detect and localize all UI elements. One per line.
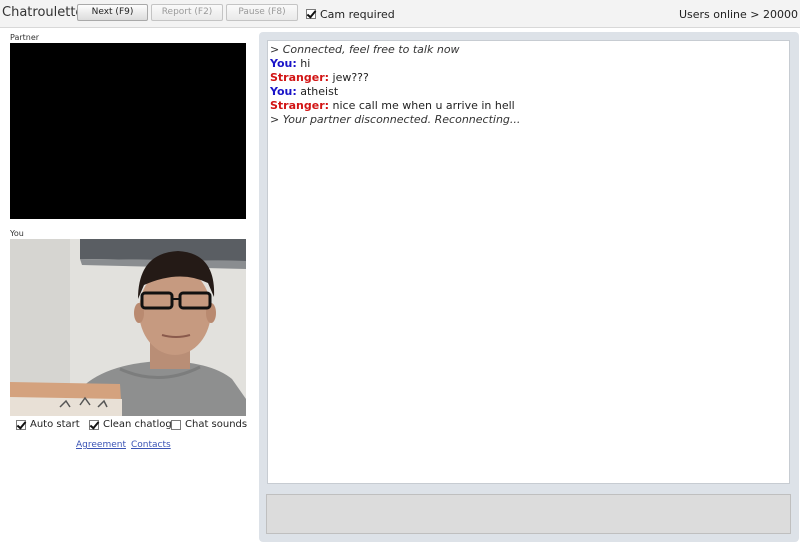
clean-chatlog-label: Clean chatlog	[103, 419, 172, 430]
webcam-person-image	[10, 239, 246, 416]
you-video-label: You	[10, 229, 24, 238]
users-online-counter: Users online > 20000	[678, 8, 798, 21]
app-title: Chatroulette	[2, 5, 84, 20]
chat-message-stranger: Stranger: nice call me when u arrive in …	[270, 99, 787, 113]
clean-chatlog-option[interactable]: Clean chatlog	[89, 419, 172, 431]
chat-input[interactable]	[266, 494, 791, 534]
message-text: jew???	[329, 71, 369, 84]
top-toolbar: Chatroulette Next (F9) Report (F2) Pause…	[0, 0, 800, 28]
chat-sounds-label: Chat sounds	[185, 419, 248, 430]
chat-sounds-option[interactable]: Chat sounds	[171, 419, 247, 431]
auto-start-option[interactable]: Auto start	[16, 419, 80, 431]
speaker-name: You:	[270, 57, 297, 70]
contacts-link[interactable]: Contacts	[131, 440, 171, 450]
agreement-link[interactable]: Agreement	[76, 440, 126, 450]
message-text: atheist	[296, 85, 339, 98]
auto-start-label: Auto start	[30, 419, 80, 430]
chat-message-you: You: hi	[270, 57, 787, 71]
chat-message-stranger: Stranger: jew???	[270, 71, 787, 85]
message-text: hi	[296, 57, 311, 70]
cam-required-option[interactable]: Cam required	[306, 7, 395, 21]
chat-message-system: > Connected, feel free to talk now	[270, 43, 460, 56]
cam-required-label: Cam required	[320, 7, 395, 21]
chat-message-you: You: atheist	[270, 85, 787, 99]
chat-panel: > Connected, feel free to talk now You: …	[259, 32, 799, 542]
partner-video-label: Partner	[10, 33, 40, 42]
auto-start-checkbox[interactable]	[16, 419, 26, 430]
report-button[interactable]: Report (F2)	[151, 4, 223, 21]
chat-message-system: > Your partner disconnected. Reconnectin…	[270, 113, 521, 126]
message-text: nice call me when u arrive in hell	[329, 99, 515, 112]
clean-chatlog-checkbox[interactable]	[89, 419, 99, 430]
pause-button[interactable]: Pause (F8)	[226, 4, 298, 21]
partner-video	[10, 43, 246, 219]
chat-sounds-checkbox[interactable]	[171, 419, 181, 430]
speaker-name: Stranger:	[270, 71, 330, 84]
chat-log[interactable]: > Connected, feel free to talk now You: …	[267, 40, 790, 484]
next-button[interactable]: Next (F9)	[77, 4, 148, 21]
speaker-name: You:	[270, 85, 297, 98]
self-webcam-video	[10, 239, 246, 416]
cam-required-checkbox[interactable]	[306, 9, 316, 19]
speaker-name: Stranger:	[270, 99, 330, 112]
